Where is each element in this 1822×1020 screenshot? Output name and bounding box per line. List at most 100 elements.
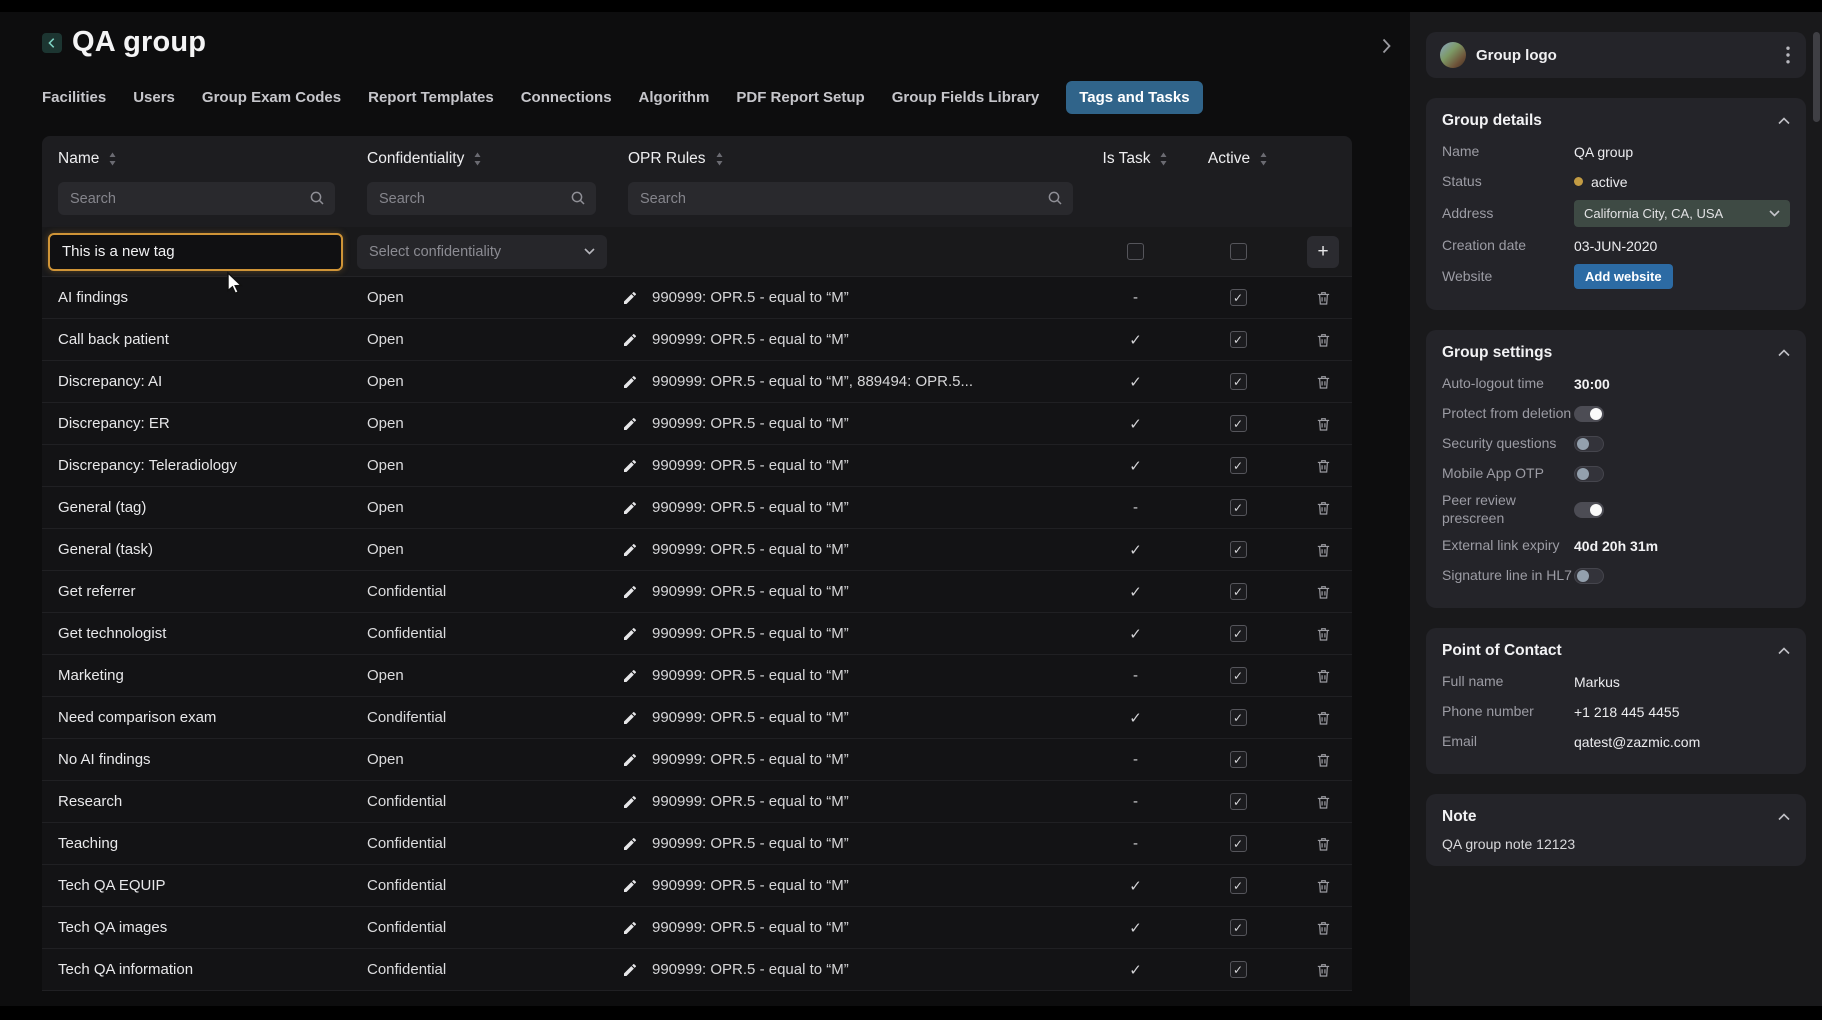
- delete-tag-button[interactable]: [1315, 961, 1332, 979]
- add-website-button[interactable]: Add website: [1574, 264, 1673, 289]
- tab-algorithm[interactable]: Algorithm: [639, 81, 710, 114]
- toggle-signature-line-in-hl7[interactable]: [1574, 567, 1604, 584]
- edit-opr-rules-button[interactable]: [622, 374, 638, 390]
- active-checkbox[interactable]: [1229, 793, 1247, 810]
- column-header-is-task[interactable]: Is Task: [1089, 150, 1182, 168]
- confidentiality-select[interactable]: Select confidentiality: [357, 234, 607, 269]
- tab-tags-and-tasks[interactable]: Tags and Tasks: [1066, 81, 1203, 114]
- column-header-opr-rules[interactable]: OPR Rules: [612, 150, 1089, 168]
- tab-pdf-report-setup[interactable]: PDF Report Setup: [736, 81, 864, 114]
- tab-users[interactable]: Users: [133, 81, 175, 114]
- collapse-section-button[interactable]: [1778, 647, 1790, 655]
- edit-opr-rules-button[interactable]: [622, 458, 638, 474]
- sort-icon[interactable]: [1159, 152, 1168, 166]
- confidentiality-search-input[interactable]: [367, 182, 596, 215]
- active-checkbox[interactable]: [1229, 499, 1247, 516]
- section-title: Note: [1442, 808, 1477, 825]
- is-task-indicator: ✓: [1129, 919, 1142, 937]
- delete-tag-button[interactable]: [1315, 667, 1332, 685]
- delete-tag-button[interactable]: [1315, 625, 1332, 643]
- add-tag-button[interactable]: +: [1307, 235, 1339, 268]
- edit-opr-rules-button[interactable]: [622, 416, 638, 432]
- sort-icon[interactable]: [1259, 152, 1268, 166]
- edit-opr-rules-button[interactable]: [622, 542, 638, 558]
- active-checkbox[interactable]: [1229, 835, 1247, 852]
- field-value: [1574, 435, 1790, 452]
- edit-opr-rules-button[interactable]: [622, 500, 638, 516]
- sort-icon[interactable]: [108, 152, 117, 166]
- setting-row: Protect from deletion: [1442, 402, 1790, 425]
- is-task-indicator: -: [1133, 667, 1138, 684]
- tab-facilities[interactable]: Facilities: [42, 81, 106, 114]
- active-checkbox[interactable]: [1229, 625, 1247, 642]
- panel-collapse-button[interactable]: [1378, 34, 1395, 63]
- setting-row: Signature line in HL7: [1442, 564, 1790, 587]
- column-header-name[interactable]: Name: [42, 150, 351, 168]
- edit-opr-rules-button[interactable]: [622, 668, 638, 684]
- app-window: QA group Facilities Users Group Exam Codes…: [0, 12, 1822, 1006]
- edit-opr-rules-button[interactable]: [622, 710, 638, 726]
- edit-opr-rules-button[interactable]: [622, 794, 638, 810]
- active-checkbox[interactable]: [1229, 583, 1247, 600]
- delete-tag-button[interactable]: [1315, 499, 1332, 517]
- edit-opr-rules-button[interactable]: [622, 878, 638, 894]
- tab-report-templates[interactable]: Report Templates: [368, 81, 494, 114]
- active-checkbox[interactable]: [1229, 457, 1247, 474]
- active-checkbox[interactable]: [1229, 919, 1247, 936]
- panel-menu-button[interactable]: [1782, 44, 1794, 66]
- active-checkbox[interactable]: [1229, 667, 1247, 684]
- opr-rules-search-input[interactable]: [628, 182, 1073, 215]
- delete-tag-button[interactable]: [1315, 331, 1332, 349]
- edit-opr-rules-button[interactable]: [622, 920, 638, 936]
- edit-opr-rules-button[interactable]: [622, 584, 638, 600]
- delete-tag-button[interactable]: [1315, 835, 1332, 853]
- new-is-task-checkbox[interactable]: [1127, 243, 1144, 260]
- toggle-security-questions[interactable]: [1574, 435, 1604, 452]
- edit-opr-rules-button[interactable]: [622, 290, 638, 306]
- collapse-section-button[interactable]: [1778, 117, 1790, 125]
- delete-tag-button[interactable]: [1315, 289, 1332, 307]
- delete-tag-button[interactable]: [1315, 583, 1332, 601]
- column-header-active[interactable]: Active: [1182, 150, 1294, 168]
- sort-icon[interactable]: [715, 152, 724, 166]
- toggle-peer-review-prescreen[interactable]: [1574, 501, 1604, 518]
- active-checkbox[interactable]: [1229, 289, 1247, 306]
- tab-group-fields-library[interactable]: Group Fields Library: [892, 81, 1040, 114]
- new-tag-name-input[interactable]: [48, 232, 343, 271]
- edit-opr-rules-button[interactable]: [622, 836, 638, 852]
- new-active-checkbox[interactable]: [1229, 243, 1247, 260]
- name-search-input[interactable]: [58, 182, 335, 215]
- active-checkbox[interactable]: [1229, 751, 1247, 768]
- delete-tag-button[interactable]: [1315, 373, 1332, 391]
- collapse-section-button[interactable]: [1778, 349, 1790, 357]
- scrollbar[interactable]: [1813, 32, 1820, 122]
- active-checkbox[interactable]: [1229, 709, 1247, 726]
- sort-icon[interactable]: [473, 152, 482, 166]
- back-button[interactable]: [42, 32, 62, 53]
- edit-opr-rules-button[interactable]: [622, 962, 638, 978]
- active-checkbox[interactable]: [1229, 415, 1247, 432]
- delete-tag-button[interactable]: [1315, 793, 1332, 811]
- address-select[interactable]: California City, CA, USA: [1574, 200, 1790, 227]
- delete-tag-button[interactable]: [1315, 751, 1332, 769]
- active-checkbox[interactable]: [1229, 961, 1247, 978]
- tab-group-exam-codes[interactable]: Group Exam Codes: [202, 81, 341, 114]
- delete-tag-button[interactable]: [1315, 709, 1332, 727]
- delete-tag-button[interactable]: [1315, 415, 1332, 433]
- delete-tag-button[interactable]: [1315, 541, 1332, 559]
- active-checkbox[interactable]: [1229, 331, 1247, 348]
- collapse-section-button[interactable]: [1778, 813, 1790, 821]
- active-checkbox[interactable]: [1229, 877, 1247, 894]
- delete-tag-button[interactable]: [1315, 877, 1332, 895]
- edit-opr-rules-button[interactable]: [622, 332, 638, 348]
- edit-opr-rules-button[interactable]: [622, 752, 638, 768]
- delete-tag-button[interactable]: [1315, 919, 1332, 937]
- delete-tag-button[interactable]: [1315, 457, 1332, 475]
- toggle-protect-from-deletion[interactable]: [1574, 405, 1604, 422]
- toggle-mobile-app-otp[interactable]: [1574, 465, 1604, 482]
- active-checkbox[interactable]: [1229, 373, 1247, 390]
- active-checkbox[interactable]: [1229, 541, 1247, 558]
- edit-opr-rules-button[interactable]: [622, 626, 638, 642]
- column-header-confidentiality[interactable]: Confidentiality: [351, 150, 612, 168]
- tab-connections[interactable]: Connections: [521, 81, 612, 114]
